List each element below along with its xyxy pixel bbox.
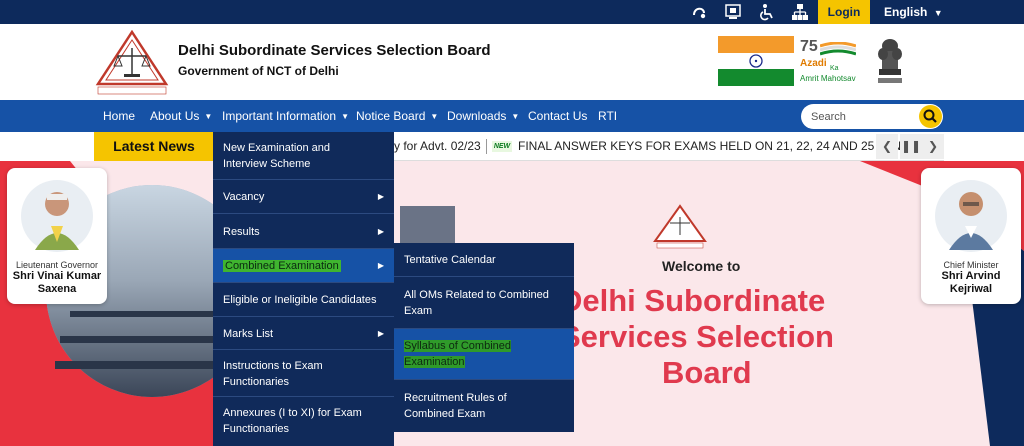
nav-label: Important Information	[222, 109, 337, 123]
ticker-pause-button[interactable]: ❚❚	[900, 134, 922, 159]
chevron-right-icon: ❯	[927, 139, 939, 153]
ticker-item[interactable]: y for Advt. 02/23	[394, 132, 481, 161]
screen-reader-icon[interactable]	[724, 3, 742, 21]
caret-down-icon: ▼	[204, 111, 213, 121]
pause-icon: ❚❚	[900, 139, 922, 153]
indian-flag-image	[718, 36, 794, 86]
azadi-line2: Ka	[830, 65, 839, 72]
azadi-line1: Azadi	[800, 58, 827, 69]
ticker-separator	[486, 139, 487, 154]
combined-examination-submenu: Tentative Calendar All OMs Related to Co…	[394, 243, 574, 432]
submenu-item-label: Recruitment Rules of Combined Exam	[404, 392, 507, 420]
new-badge: NEW	[492, 141, 512, 152]
important-information-dropdown: New Examination and Interview Scheme Vac…	[213, 132, 394, 446]
nav-contact-us[interactable]: Contact Us	[528, 100, 587, 132]
submenu-item-label: All OMs Related to Combined Exam	[404, 289, 549, 317]
nav-label: Downloads	[447, 109, 507, 123]
chief-minister-card[interactable]: Chief Minister Shri Arvind Kejriwal	[921, 168, 1021, 304]
nav-label: About Us	[150, 109, 200, 123]
hero-title-line1: Delhi Subordinate	[560, 283, 826, 318]
menu-item-results[interactable]: Results ▶	[213, 214, 394, 249]
menu-item-annexures[interactable]: Annexures (I to XI) for Exam Functionari…	[213, 397, 394, 446]
caret-down-icon: ▼	[430, 111, 439, 121]
flag-wave-icon	[820, 42, 856, 56]
org-title: Delhi Subordinate Services Selection Boa…	[178, 42, 491, 59]
hero-title-line3: Board	[662, 355, 752, 390]
top-utility-bar: Login English ▼	[0, 0, 1024, 24]
search-box	[801, 104, 943, 129]
menu-item-label: Vacancy	[223, 191, 265, 203]
search-input[interactable]	[811, 107, 911, 126]
org-subtitle: Government of NCT of Delhi	[178, 64, 339, 78]
nav-notice-board[interactable]: Notice Board ▼	[356, 100, 438, 132]
wheelchair-icon[interactable]	[757, 3, 775, 21]
azadi-number: 75	[800, 38, 818, 55]
welcome-text: Welcome to	[662, 258, 741, 274]
avatar	[21, 180, 93, 252]
highlighted-label: Combined Examination	[223, 260, 341, 272]
menu-item-marks-list[interactable]: Marks List ▶	[213, 317, 394, 350]
language-label: English	[884, 5, 928, 19]
card-name: Shri Arvind Kejriwal	[941, 270, 1001, 295]
highlighted-label: Syllabus of Combined Examination	[404, 340, 512, 368]
submenu-item-syllabus[interactable]: Syllabus of Combined Examination	[394, 329, 574, 380]
national-emblem-image	[878, 39, 902, 83]
nav-label: Contact Us	[528, 109, 588, 123]
menu-item-new-examination-scheme[interactable]: New Examination and Interview Scheme	[213, 132, 394, 180]
submenu-item-tentative-calendar[interactable]: Tentative Calendar	[394, 243, 574, 277]
submenu-item-all-oms[interactable]: All OMs Related to Combined Exam	[394, 277, 574, 329]
nav-label: Notice Board	[356, 109, 426, 123]
card-name: Shri Vinai Kumar Saxena	[12, 270, 102, 295]
nav-home[interactable]: Home	[103, 100, 135, 132]
ticker-prev-button[interactable]: ❮	[876, 134, 898, 159]
chevron-down-icon: ▼	[933, 8, 943, 18]
menu-item-label: Combined Examination	[223, 258, 373, 274]
submenu-item-label: Tentative Calendar	[404, 254, 496, 266]
chevron-right-icon: ▶	[377, 329, 384, 338]
chevron-right-icon: ▶	[377, 261, 384, 270]
latest-news-label: Latest News	[94, 132, 214, 161]
language-selector[interactable]: English ▼	[884, 0, 943, 24]
card-role: Chief Minister	[943, 260, 999, 270]
menu-item-label: Eligible or Ineligible Candidates	[223, 294, 377, 306]
login-button[interactable]: Login	[818, 0, 870, 24]
nav-label: Home	[103, 109, 136, 123]
caret-down-icon: ▼	[341, 111, 349, 121]
azadi-line3: Amrit Mahotsav	[800, 74, 856, 83]
card-role: Lieutenant Governor	[15, 260, 99, 270]
menu-item-vacancy[interactable]: Vacancy ▶	[213, 180, 394, 214]
menu-item-label: Results	[223, 226, 260, 238]
chevron-right-icon: ▶	[377, 227, 384, 236]
menu-item-label: Instructions to Exam Functionaries	[223, 360, 323, 388]
dsssb-logo[interactable]	[94, 30, 170, 96]
search-button[interactable]	[919, 105, 942, 128]
submenu-item-label: Syllabus of Combined Examination	[404, 338, 524, 370]
submenu-item-recruitment-rules[interactable]: Recruitment Rules of Combined Exam	[394, 380, 574, 432]
hero-title-line2: Services Selection	[560, 319, 834, 354]
sitemap-icon[interactable]	[791, 3, 809, 21]
nav-downloads[interactable]: Downloads ▼	[447, 100, 519, 132]
azadi-ka-amrit-mahotsav-logo: 75 Azadi Ka Amrit Mahotsav	[800, 38, 858, 86]
menu-item-label: Marks List	[223, 328, 274, 340]
nav-label: RTI	[598, 109, 618, 123]
nav-rti[interactable]: RTI	[598, 100, 617, 132]
site-header: Delhi Subordinate Services Selection Boa…	[0, 24, 1024, 100]
chevron-right-icon: ▶	[377, 192, 384, 201]
hero-title: Delhi Subordinate Services Selection Boa…	[560, 283, 960, 391]
menu-item-label: New Examination and Interview Scheme	[223, 142, 331, 170]
avatar	[935, 180, 1007, 252]
nav-about-us[interactable]: About Us ▼	[150, 100, 212, 132]
lieutenant-governor-card[interactable]: Lieutenant Governor Shri Vinai Kumar Sax…	[7, 168, 107, 304]
nav-important-information[interactable]: Important Information ▼	[222, 100, 349, 132]
menu-item-instructions-exam-functionaries[interactable]: Instructions to Exam Functionaries	[213, 350, 394, 397]
menu-item-eligible-ineligible[interactable]: Eligible or Ineligible Candidates	[213, 283, 394, 317]
caret-down-icon: ▼	[511, 111, 520, 121]
menu-item-label: Annexures (I to XI) for Exam Functionari…	[223, 407, 362, 435]
search-icon	[923, 109, 937, 123]
accessibility-icon[interactable]	[690, 3, 708, 21]
chevron-left-icon: ❮	[881, 139, 893, 153]
ticker-next-button[interactable]: ❯	[922, 134, 944, 159]
menu-item-combined-examination[interactable]: Combined Examination ▶	[213, 249, 394, 283]
